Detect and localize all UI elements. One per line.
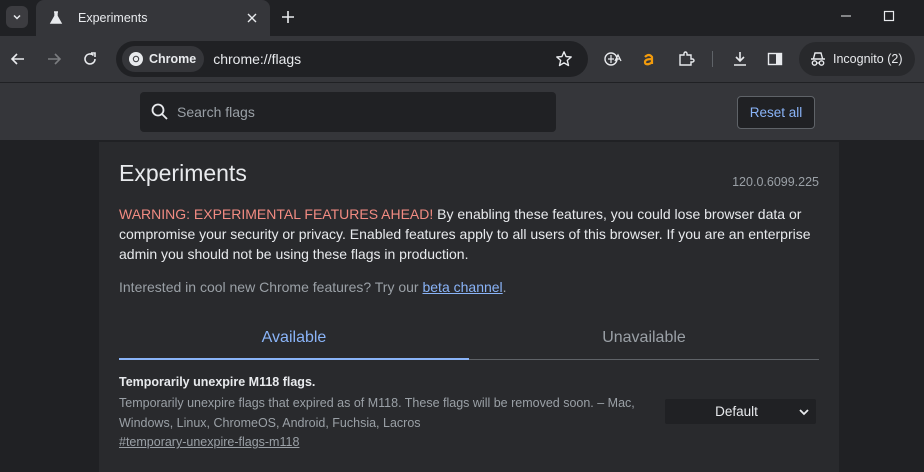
extensions-button[interactable] — [674, 47, 698, 71]
reload-button[interactable] — [78, 47, 102, 71]
flag-anchor-link[interactable]: #temporary-unexpire-flags-m118 — [119, 435, 299, 449]
flag-state-value: Default — [715, 404, 758, 419]
downloads-button[interactable] — [728, 47, 752, 71]
reset-all-button[interactable]: Reset all — [737, 96, 815, 129]
incognito-icon — [811, 52, 825, 66]
chevron-down-icon — [799, 408, 809, 415]
page-title: Experiments — [119, 160, 247, 186]
chip-label: Chrome — [149, 52, 197, 66]
tab-title: Experiments — [78, 11, 148, 25]
flag-state-select[interactable]: Default — [665, 399, 816, 424]
maximize-icon — [883, 10, 895, 22]
translate-extension-button[interactable] — [602, 47, 626, 71]
warning-text: WARNING: EXPERIMENTAL FEATURES AHEAD! By… — [119, 204, 819, 264]
toolbar-separator — [712, 51, 713, 67]
reload-icon — [84, 52, 96, 65]
amazon-extension-button[interactable] — [637, 47, 661, 71]
search-box[interactable] — [140, 92, 556, 132]
amazon-icon — [643, 53, 654, 66]
tab-available[interactable]: Available — [119, 316, 469, 360]
flag-description: Temporarily unexpire flags that expired … — [119, 396, 635, 430]
tab-close-icon[interactable] — [244, 10, 260, 26]
chrome-logo-icon — [129, 52, 143, 66]
toolbar: Chrome chrome://flags Incognito (2) — [0, 36, 924, 82]
plus-icon — [282, 11, 294, 23]
back-arrow-icon — [10, 53, 24, 65]
forward-button[interactable] — [42, 47, 66, 71]
back-button[interactable] — [6, 47, 30, 71]
flag-item: Temporarily unexpire M118 flags. Tempora… — [119, 372, 819, 449]
flask-icon — [48, 10, 64, 26]
browser-tab[interactable]: Experiments — [36, 0, 270, 36]
forward-arrow-icon — [48, 53, 62, 65]
url-text[interactable]: chrome://flags — [213, 51, 552, 67]
main-content: Experiments 120.0.6099.225 WARNING: EXPE… — [99, 142, 839, 472]
address-bar[interactable]: Chrome chrome://flags — [116, 41, 588, 77]
beta-promo-end: . — [502, 279, 507, 295]
profile-label: Incognito (2) — [833, 52, 903, 66]
minimize-button[interactable] — [834, 6, 858, 26]
tab-unavailable[interactable]: Unavailable — [469, 316, 819, 359]
tab-strip: Experiments — [0, 0, 924, 36]
beta-channel-link[interactable]: beta channel — [422, 279, 502, 295]
flags-tabs: Available Unavailable — [119, 316, 819, 360]
chevron-down-icon — [13, 14, 21, 20]
flags-header: Reset all — [0, 82, 924, 141]
beta-promo-text: Interested in cool new Chrome features? … — [119, 279, 507, 295]
download-icon — [734, 52, 746, 66]
incognito-profile-button[interactable]: Incognito (2) — [799, 42, 915, 76]
version-number: 120.0.6099.225 — [732, 175, 819, 189]
bookmark-star-button[interactable] — [552, 47, 576, 71]
tab-search-button[interactable] — [6, 6, 28, 28]
warning-prefix: WARNING: EXPERIMENTAL FEATURES AHEAD! — [119, 206, 434, 222]
puzzle-icon — [679, 51, 695, 66]
beta-promo-prefix: Interested in cool new Chrome features? … — [119, 279, 423, 295]
side-panel-icon — [767, 52, 783, 66]
flag-title: Temporarily unexpire M118 flags. — [119, 375, 316, 389]
translate-icon — [604, 52, 622, 66]
search-icon — [151, 103, 168, 120]
star-icon — [556, 51, 572, 67]
minimize-icon — [841, 15, 851, 17]
chrome-chip[interactable]: Chrome — [122, 46, 205, 72]
side-panel-button[interactable] — [763, 47, 787, 71]
maximize-button[interactable] — [877, 6, 901, 26]
search-input[interactable] — [177, 104, 537, 120]
new-tab-button[interactable] — [278, 7, 298, 27]
